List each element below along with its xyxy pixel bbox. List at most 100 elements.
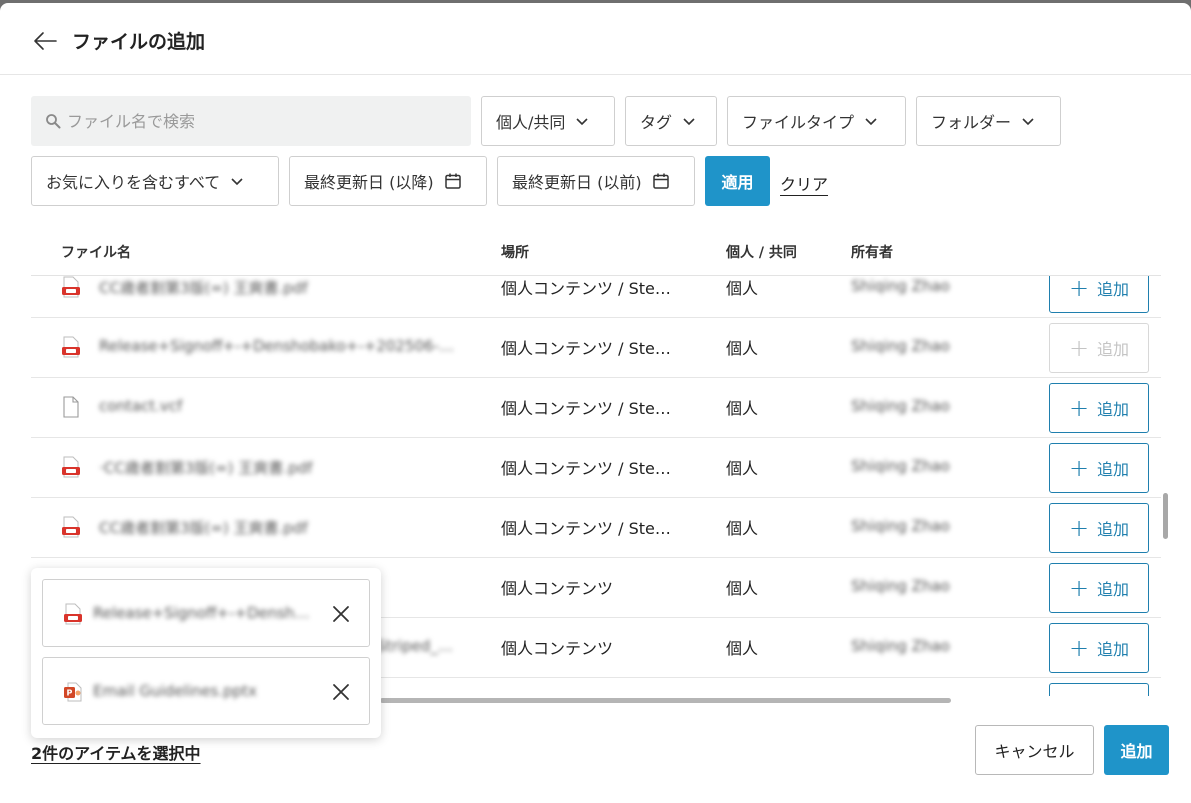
file-location: 個人コンテンツ / Ste… <box>501 279 671 298</box>
add-file-button[interactable]: + 追加 <box>1049 503 1149 553</box>
add-file-button[interactable]: + 追加 <box>1049 563 1149 613</box>
search-input[interactable] <box>67 111 447 131</box>
file-name[interactable]: Release+Signoff+-+Denshobako+-+202506-… <box>99 337 459 355</box>
updated-after-date-picker[interactable]: 最終更新日 (以降) <box>289 156 487 206</box>
close-icon[interactable] <box>331 682 351 702</box>
plus-icon: + <box>1068 334 1090 362</box>
plus-icon: + <box>1068 514 1090 542</box>
file-scope: 個人 <box>726 279 759 298</box>
column-header-name[interactable]: ファイル名 <box>61 242 131 262</box>
scope-filter-label: 個人/共同 <box>496 113 566 132</box>
updated-before-date-picker[interactable]: 最終更新日 (以前) <box>497 156 695 206</box>
file-location: 個人コンテンツ <box>501 639 614 658</box>
add-file-button[interactable]: + 追加 <box>1049 443 1149 493</box>
table-row: CC歳者割第3版(=) 王爽書.pdf 個人コンテンツ / Ste… 個人 Sh… <box>31 498 1161 558</box>
updated-before-label: 最終更新日 (以前) <box>512 173 642 192</box>
chevron-down-icon <box>683 118 695 126</box>
file-name[interactable]: CC歳者割第3版(=) 王爽書.pdf <box>99 517 459 538</box>
selected-item-chip: Release+Signoff+-+Densh… <box>42 579 370 647</box>
close-icon[interactable] <box>331 604 351 624</box>
file-owner: Shiqing Zhao <box>851 457 950 475</box>
add-label: 追加 <box>1097 580 1130 599</box>
dialog-header: ファイルの追加 <box>0 3 1191 75</box>
add-label: 追加 <box>1097 640 1130 659</box>
file-name[interactable]: CC歳者割第3版(=) 王爽書.pdf <box>99 277 459 298</box>
file-location: 個人コンテンツ / Ste… <box>501 459 671 478</box>
add-label: 追加 <box>1097 340 1130 359</box>
file-owner: Shiqing Zhao <box>851 337 950 355</box>
favorites-filter-label: お気に入りを含むすべて <box>46 173 221 192</box>
tag-filter-label: タグ <box>640 113 673 132</box>
svg-text:P: P <box>67 689 73 698</box>
cancel-button[interactable]: キャンセル <box>975 725 1094 775</box>
file-scope: 個人 <box>726 519 759 538</box>
add-file-dialog: ファイルの追加 個人/共同 タグ ファイルタイプ フォルダー お気に入りを含むす… <box>0 3 1191 803</box>
column-header-scope[interactable]: 個人 / 共同 <box>726 242 797 262</box>
add-label: 追加 <box>1097 520 1130 539</box>
add-file-button[interactable]: + 追加 <box>1049 383 1149 433</box>
file-location: 個人コンテンツ / Ste… <box>501 519 671 538</box>
pdf-file-icon <box>62 456 80 478</box>
file-scope: 個人 <box>726 399 759 418</box>
add-label: 追加 <box>1097 400 1130 419</box>
folder-filter-label: フォルダー <box>931 113 1012 132</box>
generic-file-icon <box>63 396 79 418</box>
chevron-down-icon <box>231 178 243 186</box>
file-name[interactable]: contact.vcf <box>99 397 459 415</box>
file-scope: 個人 <box>726 339 759 358</box>
add-file-button[interactable]: + 追加 <box>1049 623 1149 673</box>
file-scope: 個人 <box>726 459 759 478</box>
plus-icon: + <box>1068 574 1090 602</box>
file-location: 個人コンテンツ / Ste… <box>501 399 671 418</box>
scope-filter-dropdown[interactable]: 個人/共同 <box>481 96 615 146</box>
apply-filters-button[interactable]: 適用 <box>705 156 770 206</box>
file-owner: Shiqing Zhao <box>851 637 950 655</box>
tag-filter-dropdown[interactable]: タグ <box>625 96 717 146</box>
file-name[interactable]: ·CC歳者割第3版(=) 王爽書.pdf <box>99 457 459 478</box>
file-location: 個人コンテンツ / Ste… <box>501 339 671 358</box>
plus-icon: + <box>1068 394 1090 422</box>
add-file-button[interactable] <box>1049 683 1149 696</box>
updated-after-label: 最終更新日 (以降) <box>304 173 434 192</box>
chevron-down-icon <box>1022 118 1034 126</box>
add-submit-button[interactable]: 追加 <box>1104 725 1169 775</box>
calendar-icon <box>652 173 669 189</box>
add-label: 追加 <box>1097 280 1130 299</box>
selected-item-name: Email Guidelines.pptx <box>93 682 257 700</box>
column-header-location[interactable]: 場所 <box>501 242 529 262</box>
pdf-file-icon <box>62 336 80 358</box>
clear-filters-link[interactable]: クリア <box>780 171 828 195</box>
chevron-down-icon <box>576 118 588 126</box>
file-owner: Shiqing Zhao <box>851 277 950 295</box>
horizontal-scrollbar[interactable] <box>380 698 951 703</box>
table-row: contact.vcf 個人コンテンツ / Ste… 個人 Shiqing Zh… <box>31 378 1161 438</box>
add-file-button-disabled: + 追加 <box>1049 323 1149 373</box>
pptx-file-icon: P <box>64 682 82 702</box>
selected-items-popover: Release+Signoff+-+Densh… P Email Guideli… <box>31 568 381 738</box>
pdf-file-icon <box>64 603 82 625</box>
search-box[interactable] <box>31 96 471 146</box>
add-file-button[interactable]: + 追加 <box>1049 276 1149 313</box>
table-row: Release+Signoff+-+Denshobako+-+202506-… … <box>31 318 1161 378</box>
file-location: 個人コンテンツ <box>501 579 614 598</box>
vertical-scrollbar[interactable] <box>1163 493 1168 539</box>
folder-filter-dropdown[interactable]: フォルダー <box>916 96 1061 146</box>
selected-items-summary-link[interactable]: 2件のアイテムを選択中 <box>31 740 201 764</box>
column-header-owner[interactable]: 所有者 <box>851 242 893 262</box>
table-header: ファイル名 場所 個人 / 共同 所有者 <box>31 226 1161 276</box>
file-owner: Shiqing Zhao <box>851 517 950 535</box>
filetype-filter-label: ファイルタイプ <box>742 113 855 132</box>
calendar-icon <box>444 173 461 189</box>
pdf-file-icon <box>62 516 80 538</box>
arrow-left-icon[interactable] <box>32 28 58 54</box>
file-scope: 個人 <box>726 579 759 598</box>
plus-icon: + <box>1068 634 1090 662</box>
add-label: 追加 <box>1097 460 1130 479</box>
file-scope: 個人 <box>726 639 759 658</box>
favorites-filter-dropdown[interactable]: お気に入りを含むすべて <box>31 156 279 206</box>
dialog-title: ファイルの追加 <box>72 31 206 53</box>
search-icon <box>46 114 61 129</box>
filetype-filter-dropdown[interactable]: ファイルタイプ <box>727 96 906 146</box>
chevron-down-icon <box>865 118 877 126</box>
selected-item-name: Release+Signoff+-+Densh… <box>93 604 310 622</box>
